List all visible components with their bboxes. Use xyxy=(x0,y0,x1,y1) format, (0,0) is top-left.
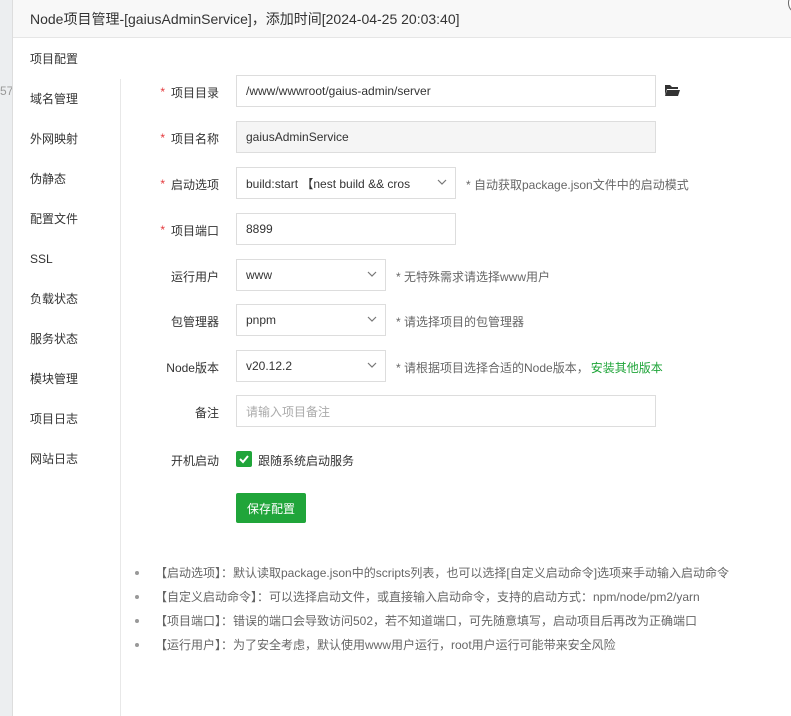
project-name-input[interactable]: gaiusAdminService xyxy=(236,121,656,153)
note-project-port: 【项目端口】：错误的端口会导致访问502，若不知道端口，可先随意填写，启动项目后… xyxy=(135,609,729,633)
node-version-hint: * 请根据项目选择合适的Node版本， 安装其他版本 xyxy=(396,350,663,384)
project-name-label: * 项目名称 xyxy=(160,121,219,155)
checkmark-icon xyxy=(239,455,249,464)
required-mark: * xyxy=(160,131,165,145)
background-page: 57 xyxy=(0,0,13,716)
package-manager-row: 包管理器 pnpm * 请选择项目的包管理器 xyxy=(121,304,791,338)
start-option-value: build:start 【nest build && cros xyxy=(246,176,411,191)
run-user-value: www xyxy=(246,268,272,282)
sidebar-item-project-log[interactable]: 项目日志 xyxy=(13,399,120,439)
remark-label: 备注 xyxy=(194,405,219,420)
node-version-hint-text: * 请根据项目选择合适的Node版本， xyxy=(396,360,589,375)
sidebar-item-rewrite[interactable]: 伪静态 xyxy=(13,159,120,199)
autostart-row: 开机启动 跟随系统启动服务 xyxy=(121,443,791,477)
run-user-hint: * 无特殊需求请选择www用户 xyxy=(396,269,551,284)
project-port-input[interactable]: 8899 xyxy=(236,213,456,245)
help-notes: 【启动选项】：默认读取package.json中的scripts列表，也可以选择… xyxy=(135,561,729,657)
node-version-value: v20.12.2 xyxy=(246,359,293,373)
start-option-select[interactable]: build:start 【nest build && cros xyxy=(236,167,456,199)
note-start-option: 【启动选项】：默认读取package.json中的scripts列表，也可以选择… xyxy=(135,561,729,585)
start-option-row: * 启动选项 build:start 【nest build && cros *… xyxy=(121,167,791,201)
save-config-button[interactable]: 保存配置 xyxy=(236,493,306,523)
node-version-row: Node版本 v20.12.2 * 请根据项目选择合适的Node版本， 安装其他… xyxy=(121,350,791,384)
chevron-down-icon xyxy=(437,179,447,185)
project-port-label: * 项目端口 xyxy=(160,213,219,247)
sidebar-item-config-file[interactable]: 配置文件 xyxy=(13,199,120,239)
project-dir-label-text: 项目目录 xyxy=(170,85,219,100)
run-user-row: 运行用户 www * 无特殊需求请选择www用户 xyxy=(121,259,791,293)
project-dir-label: * 项目目录 xyxy=(160,75,219,109)
install-other-version-link[interactable]: 安装其他版本 xyxy=(591,359,663,376)
required-mark: * xyxy=(160,177,165,191)
sidebar-item-project-config[interactable]: 项目配置 xyxy=(13,39,120,79)
project-name-label-text: 项目名称 xyxy=(170,131,219,146)
node-version-select[interactable]: v20.12.2 xyxy=(236,350,386,382)
sidebar-item-external-mapping[interactable]: 外网映射 xyxy=(13,119,120,159)
sidebar-item-modules[interactable]: 模块管理 xyxy=(13,359,120,399)
sidebar-item-domain[interactable]: 域名管理 xyxy=(13,79,120,119)
project-dir-input[interactable]: /www/wwwroot/gaius-admin/server xyxy=(236,75,656,107)
remark-row: 备注 请输入项目备注 xyxy=(121,395,791,429)
chevron-down-icon xyxy=(367,316,377,322)
package-manager-label: 包管理器 xyxy=(170,314,219,329)
note-run-user: 【运行用户】：为了安全考虑，默认使用www用户运行，root用户运行可能带来安全… xyxy=(135,633,729,657)
project-name-row: * 项目名称 gaiusAdminService xyxy=(121,121,791,155)
start-option-label-text: 启动选项 xyxy=(170,177,219,192)
package-manager-hint: * 请选择项目的包管理器 xyxy=(396,314,525,329)
start-option-label: * 启动选项 xyxy=(160,167,219,201)
sidebar-item-load-status[interactable]: 负载状态 xyxy=(13,279,120,319)
autostart-checkbox-label[interactable]: 跟随系统启动服务 xyxy=(258,443,354,477)
run-user-select[interactable]: www xyxy=(236,259,386,291)
sidebar-item-site-log[interactable]: 网站日志 xyxy=(13,439,120,479)
sidebar-item-service-status[interactable]: 服务状态 xyxy=(13,319,120,359)
sidebar: 项目配置 域名管理 外网映射 伪静态 配置文件 SSL 负载状态 服务状态 模块… xyxy=(13,39,120,716)
run-user-label: 运行用户 xyxy=(170,269,219,284)
note-custom-command: 【自定义启动命令】：可以选择启动文件，或直接输入启动命令，支持的启动方式：npm… xyxy=(135,585,729,609)
project-dir-row: * 项目目录 /www/wwwroot/gaius-admin/server xyxy=(121,75,791,109)
chevron-down-icon xyxy=(367,271,377,277)
autostart-checkbox[interactable] xyxy=(236,451,252,467)
project-port-label-text: 项目端口 xyxy=(170,223,219,238)
required-mark: * xyxy=(160,223,165,237)
folder-icon[interactable] xyxy=(664,83,680,97)
sidebar-item-ssl[interactable]: SSL xyxy=(13,239,120,279)
dialog-title: Node项目管理-[gaiusAdminService]，添加时间[2024-0… xyxy=(13,0,791,38)
package-manager-value: pnpm xyxy=(246,313,277,327)
remark-input[interactable]: 请输入项目备注 xyxy=(236,395,656,427)
required-mark: * xyxy=(160,85,165,99)
node-version-label: Node版本 xyxy=(166,360,219,375)
chevron-down-icon xyxy=(367,362,377,368)
autostart-label: 开机启动 xyxy=(170,453,219,468)
start-option-hint: * 自动获取package.json文件中的启动模式 xyxy=(466,177,689,192)
node-project-dialog: Node项目管理-[gaiusAdminService]，添加时间[2024-0… xyxy=(12,0,791,716)
config-panel: * 项目目录 /www/wwwroot/gaius-admin/server *… xyxy=(120,75,791,716)
package-manager-select[interactable]: pnpm xyxy=(236,304,386,336)
project-port-row: * 项目端口 8899 xyxy=(121,213,791,247)
